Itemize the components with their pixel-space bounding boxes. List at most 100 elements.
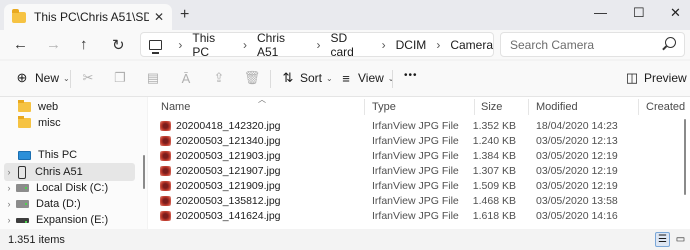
new-label: New (35, 71, 60, 85)
image-file-icon (160, 166, 171, 176)
computer-icon (149, 39, 163, 54)
plus-circle-icon: ⊕ (16, 70, 28, 85)
file-row[interactable]: 20200503_135812.jpg IrfanView JPG File 1… (158, 194, 668, 209)
refresh-button[interactable]: ↻ (112, 36, 125, 54)
sidebar-item-expansion[interactable]: › Expansion (E:) (4, 211, 135, 229)
up-button[interactable]: ↑ (80, 36, 88, 53)
file-name: 20200503_121907.jpg (176, 165, 281, 177)
file-name: 20200503_121340.jpg (176, 135, 281, 147)
file-row[interactable]: 20200503_121903.jpg IrfanView JPG File 1… (158, 149, 668, 164)
sidebar-item-label: web (38, 101, 59, 113)
sort-label: Sort (300, 71, 323, 85)
phone-icon (18, 165, 26, 179)
paste-button[interactable]: ▤ (145, 70, 161, 86)
chevron-right-icon[interactable]: › (4, 167, 14, 177)
breadcrumb-separator[interactable]: › (243, 38, 247, 52)
share-button[interactable]: ⇪ (211, 70, 227, 86)
file-size: 1.509 KB (472, 180, 516, 192)
breadcrumb-dcim[interactable]: DCIM (396, 38, 427, 52)
chevron-right-icon[interactable]: › (4, 215, 14, 225)
folder-icon (18, 116, 31, 128)
column-divider[interactable] (638, 99, 639, 115)
minimize-button[interactable]: — (594, 5, 607, 20)
navigation-bar: ← → ↑ ↻ › This PC › Chris A51 › SD card … (0, 30, 690, 59)
file-row[interactable]: 20200503_141624.jpg IrfanView JPG File 1… (158, 209, 668, 224)
sidebar-item-label: This PC (38, 149, 78, 161)
image-file-icon (160, 151, 171, 161)
column-divider[interactable] (474, 99, 475, 115)
breadcrumb-separator[interactable]: › (178, 38, 182, 52)
file-name: 20200503_121903.jpg (176, 150, 281, 162)
preview-pane-icon: ◫ (625, 70, 639, 85)
chevron-down-icon: ⌄ (63, 73, 70, 83)
address-bar[interactable]: › This PC › Chris A51 › SD card › DCIM ›… (140, 31, 494, 59)
folder-icon (18, 100, 31, 112)
file-row[interactable]: 20200418_142320.jpg IrfanView JPG File 1… (158, 119, 668, 134)
column-header-size[interactable]: Size (481, 97, 502, 117)
breadcrumb-sd-card[interactable]: SD card (330, 31, 371, 59)
forward-button[interactable]: → (46, 36, 61, 53)
file-size: 1.307 KB (472, 165, 516, 177)
preview-button[interactable]: ◫ Preview (624, 70, 687, 86)
rename-icon: Ā (181, 70, 191, 86)
file-type: IrfanView JPG File (372, 120, 459, 132)
column-header-modified[interactable]: Modified (536, 97, 578, 117)
chevron-right-icon[interactable]: › (4, 183, 14, 193)
navigation-pane: web misc This PC › Chris A51 › Local Dis… (0, 97, 141, 229)
new-button[interactable]: ⊕ New ⌄ (14, 70, 70, 86)
tab-close-icon[interactable]: ✕ (154, 10, 164, 24)
sidebar-item-label: Expansion (E:) (36, 214, 109, 226)
column-divider[interactable] (528, 99, 529, 115)
sidebar-scrollbar[interactable] (141, 97, 147, 229)
rename-button[interactable]: Ā (178, 70, 194, 86)
column-header-type[interactable]: Type (372, 97, 396, 117)
breadcrumb-separator[interactable]: › (316, 38, 320, 52)
breadcrumb-chris-a51[interactable]: Chris A51 (257, 31, 306, 59)
tab-camera[interactable]: This PC\Chris A51\SD card\DCIM\Camera ✕ (4, 4, 172, 30)
file-row[interactable]: 20200503_121909.jpg IrfanView JPG File 1… (158, 179, 668, 194)
chevron-right-icon[interactable]: › (4, 199, 14, 209)
sidebar-item-this-pc[interactable]: This PC (4, 146, 135, 164)
more-options-button[interactable]: ••• (404, 70, 418, 81)
sidebar-item-misc[interactable]: misc (4, 114, 135, 132)
copy-icon: ❐ (114, 70, 126, 85)
breadcrumb-separator[interactable]: › (382, 38, 386, 52)
column-divider[interactable] (364, 99, 365, 115)
file-modified: 03/05/2020 12:19 (536, 165, 618, 177)
breadcrumb-camera[interactable]: Camera (450, 38, 493, 52)
file-row[interactable]: 20200503_121340.jpg IrfanView JPG File 1… (158, 134, 668, 149)
column-header-name[interactable]: Name (161, 97, 190, 117)
search-input[interactable]: Search Camera (500, 32, 685, 57)
sort-button[interactable]: ⇅ Sort ⌄ (280, 70, 333, 86)
delete-button[interactable]: 🗑 (244, 70, 261, 86)
image-file-icon (160, 211, 171, 221)
file-modified: 03/05/2020 12:13 (536, 135, 618, 147)
close-button[interactable]: ✕ (670, 5, 681, 21)
tiles-view-icon: ▭ (675, 234, 686, 245)
back-button[interactable]: ← (13, 36, 28, 53)
image-file-icon (160, 136, 171, 146)
breadcrumb-this-pc[interactable]: This PC (192, 31, 233, 59)
divider (70, 70, 71, 88)
file-row[interactable]: 20200503_121907.jpg IrfanView JPG File 1… (158, 164, 668, 179)
scrollbar-thumb[interactable] (143, 155, 145, 189)
scrollbar-thumb[interactable] (684, 119, 686, 195)
image-file-icon (160, 121, 171, 131)
image-file-icon (160, 196, 171, 206)
maximize-button[interactable]: ☐ (633, 5, 645, 21)
file-list-scrollbar[interactable] (680, 117, 690, 229)
paste-icon: ▤ (146, 70, 160, 85)
file-name: 20200503_121909.jpg (176, 180, 281, 192)
sidebar-item-label: misc (38, 117, 61, 129)
new-tab-button[interactable]: + (180, 6, 189, 24)
file-modified: 03/05/2020 12:19 (536, 150, 618, 162)
details-view-button[interactable]: ☰ (655, 232, 670, 247)
view-button[interactable]: ≡ View ⌄ (338, 70, 394, 86)
tiles-view-button[interactable]: ▭ (673, 232, 688, 247)
file-type: IrfanView JPG File (372, 210, 459, 222)
column-header-created[interactable]: Created (646, 97, 685, 117)
cut-icon: ✂ (82, 70, 94, 85)
breadcrumb-separator[interactable]: › (436, 38, 440, 52)
cut-button[interactable]: ✂ (80, 70, 96, 86)
copy-button[interactable]: ❐ (112, 70, 128, 86)
